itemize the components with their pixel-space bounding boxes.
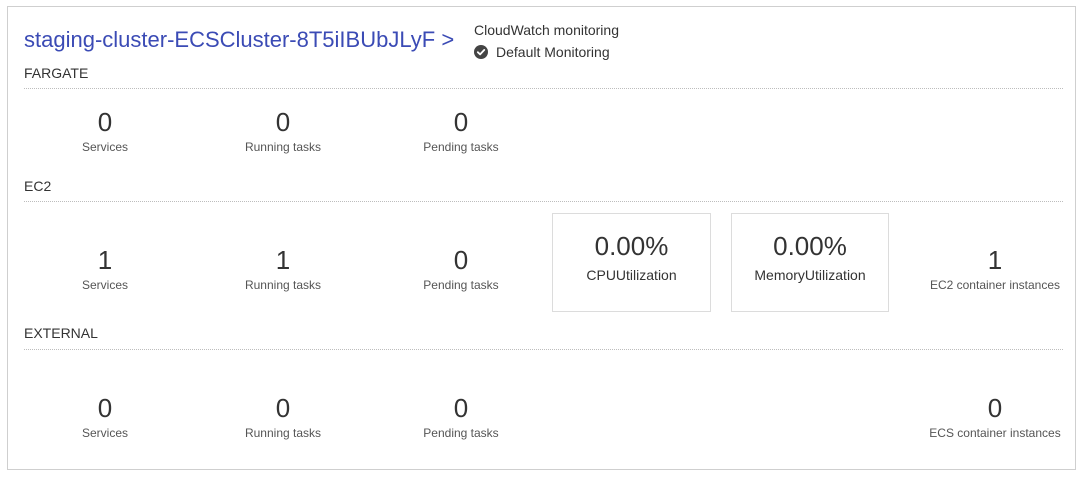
ec2-services-stat: 1 Services xyxy=(15,245,195,292)
external-pending-tasks-stat: 0 Pending tasks xyxy=(371,393,551,440)
ec2-pending-tasks-stat: 0 Pending tasks xyxy=(371,245,551,292)
section-divider xyxy=(24,88,1063,89)
external-services-stat: 0 Services xyxy=(15,393,195,440)
cluster-name-link[interactable]: staging-cluster-ECSCluster-8T5iIBUbJLyF … xyxy=(24,27,454,53)
stat-value: 0 xyxy=(453,245,469,275)
ec2-running-tasks-stat: 1 Running tasks xyxy=(193,245,373,292)
metric-value: 0.00% xyxy=(594,231,669,261)
stat-value: 1 xyxy=(97,245,113,275)
cpu-utilization-box: 0.00% CPUUtilization xyxy=(552,213,711,312)
memory-utilization-box: 0.00% MemoryUtilization xyxy=(731,213,889,312)
section-title-ec2: EC2 xyxy=(24,178,52,194)
stat-value: 1 xyxy=(987,245,1003,275)
stat-label: Services xyxy=(81,278,128,292)
stat-label: Running tasks xyxy=(244,278,322,292)
stat-label: Services xyxy=(81,426,128,440)
stat-label: Pending tasks xyxy=(423,426,499,440)
section-title-external: EXTERNAL xyxy=(24,325,98,341)
stat-value: 0 xyxy=(453,107,469,137)
metric-label: CPUUtilization xyxy=(586,267,677,283)
section-divider xyxy=(24,201,1063,202)
stat-label: Services xyxy=(81,140,128,154)
fargate-pending-tasks-stat: 0 Pending tasks xyxy=(371,107,551,154)
ec2-container-instances-stat: 1 EC2 container instances xyxy=(905,245,1085,292)
check-circle-icon xyxy=(474,45,488,59)
stat-value: 0 xyxy=(453,393,469,423)
stat-value: 0 xyxy=(275,393,291,423)
cluster-name[interactable]: staging-cluster-ECSCluster-8T5iIBUbJLyF xyxy=(24,27,435,52)
stat-value: 0 xyxy=(275,107,291,137)
section-title-fargate: FARGATE xyxy=(24,65,89,81)
stat-label: Running tasks xyxy=(244,140,322,154)
fargate-running-tasks-stat: 0 Running tasks xyxy=(193,107,373,154)
ecs-container-instances-stat: 0 ECS container instances xyxy=(905,393,1085,440)
chevron-right-icon[interactable]: > xyxy=(441,27,454,52)
stat-value: 0 xyxy=(97,107,113,137)
fargate-services-stat: 0 Services xyxy=(15,107,195,154)
monitoring-title: CloudWatch monitoring xyxy=(474,22,619,38)
stat-value: 0 xyxy=(97,393,113,423)
cluster-summary-card: staging-cluster-ECSCluster-8T5iIBUbJLyF … xyxy=(7,6,1076,470)
stat-label: ECS container instances xyxy=(929,426,1061,440)
stat-value: 0 xyxy=(987,393,1003,423)
metric-label: MemoryUtilization xyxy=(754,267,866,283)
monitoring-status: Default Monitoring xyxy=(496,44,610,60)
stat-label: Pending tasks xyxy=(423,140,499,154)
stat-label: Pending tasks xyxy=(423,278,499,292)
external-running-tasks-stat: 0 Running tasks xyxy=(193,393,373,440)
section-divider xyxy=(24,349,1063,350)
stat-value: 1 xyxy=(275,245,291,275)
cloudwatch-monitoring: CloudWatch monitoring Default Monitoring xyxy=(474,22,619,60)
stat-label: Running tasks xyxy=(244,426,322,440)
stat-label: EC2 container instances xyxy=(929,278,1061,292)
metric-value: 0.00% xyxy=(773,231,847,261)
